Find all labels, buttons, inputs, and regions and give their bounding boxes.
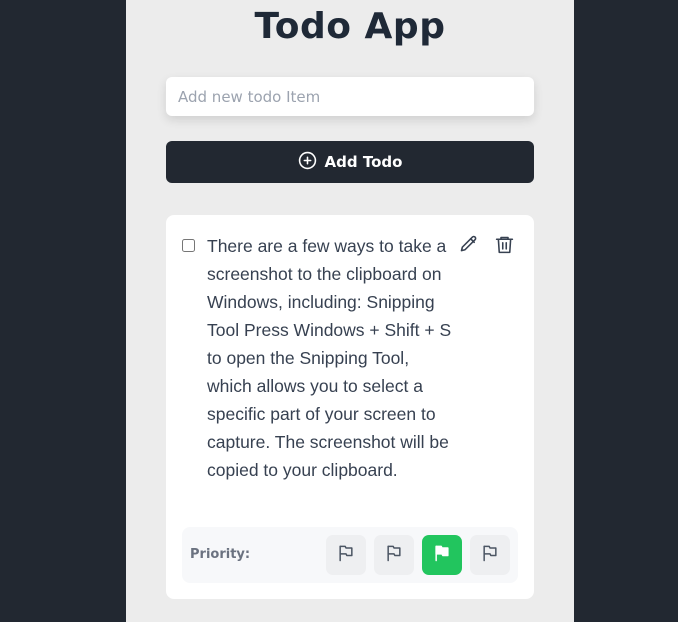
edit-todo-button[interactable] [456, 234, 480, 258]
priority-bar: Priority: [182, 527, 518, 583]
pencil-icon [458, 234, 479, 259]
todo-checkbox[interactable] [182, 239, 195, 252]
add-todo-button[interactable]: Add Todo [166, 141, 534, 183]
flag-icon [384, 543, 404, 567]
flag-icon [480, 543, 500, 567]
page-title: Todo App [254, 6, 446, 47]
flag-icon [432, 543, 452, 567]
todo-text: There are a few ways to take a screensho… [207, 236, 452, 480]
priority-2-button[interactable] [374, 535, 414, 575]
priority-4-button[interactable] [470, 535, 510, 575]
todo-app-panel: Todo App Add Todo There are a few ways t… [126, 0, 574, 622]
trash-icon [494, 234, 515, 259]
priority-3-button[interactable] [422, 535, 462, 575]
priority-label: Priority: [190, 547, 251, 562]
delete-todo-button[interactable] [492, 234, 516, 258]
plus-circle-icon [298, 151, 317, 174]
add-todo-label: Add Todo [324, 153, 403, 171]
priority-1-button[interactable] [326, 535, 366, 575]
flag-icon [336, 543, 356, 567]
new-todo-input[interactable] [166, 77, 534, 116]
todo-card: There are a few ways to take a screensho… [166, 215, 534, 599]
